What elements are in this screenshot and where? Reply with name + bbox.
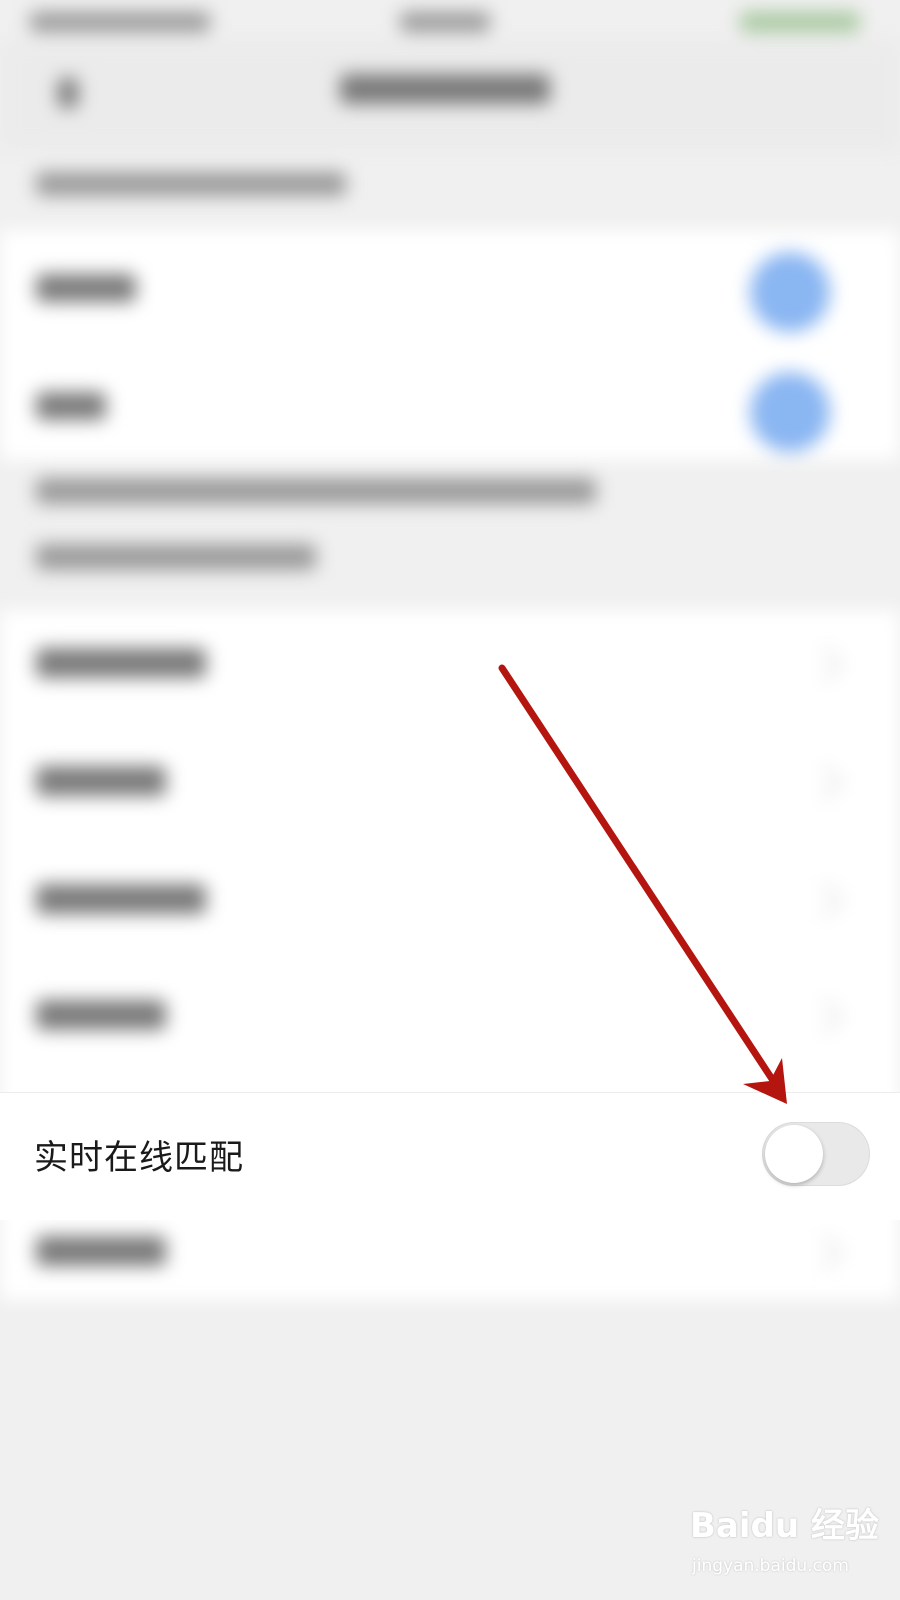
status-bar-time	[400, 12, 490, 32]
realtime-match-toggle[interactable]	[762, 1122, 870, 1186]
setting-label: 实时在线匹配	[34, 1138, 244, 1178]
group-1-description-line-2	[36, 544, 316, 570]
status-bar-left	[30, 12, 210, 32]
watermark-url: jingyan.baidu.com	[692, 1556, 849, 1576]
setting-row-1-label	[36, 274, 136, 302]
setting-row-2-label	[36, 392, 106, 420]
setting-row-3-label	[36, 648, 206, 678]
row-divider	[0, 1092, 900, 1093]
group-1-description-line-1	[36, 478, 596, 504]
baidu-paw-icon: Baidu 经验	[690, 1506, 879, 1546]
back-arrow-icon[interactable]	[58, 78, 78, 108]
setting-row-4-label	[36, 766, 166, 796]
status-bar-right	[740, 12, 860, 32]
section-header-1	[36, 172, 346, 196]
setting-row-2-toggle[interactable]	[750, 372, 830, 452]
settings-screen: 实时在线匹配 Baidu 经验 jingyan.baidu.com	[0, 0, 900, 1600]
setting-row-6-label	[36, 1000, 166, 1030]
setting-row-8-label	[36, 1236, 166, 1266]
toggle-knob	[765, 1125, 823, 1183]
baidu-watermark: Baidu 经验 jingyan.baidu.com	[690, 1498, 890, 1588]
blurred-background	[0, 0, 900, 1600]
setting-row-1-toggle[interactable]	[750, 252, 830, 332]
page-title	[340, 74, 550, 104]
setting-row-5-label	[36, 884, 206, 914]
setting-row-realtime-match: 实时在线匹配	[0, 1092, 900, 1220]
